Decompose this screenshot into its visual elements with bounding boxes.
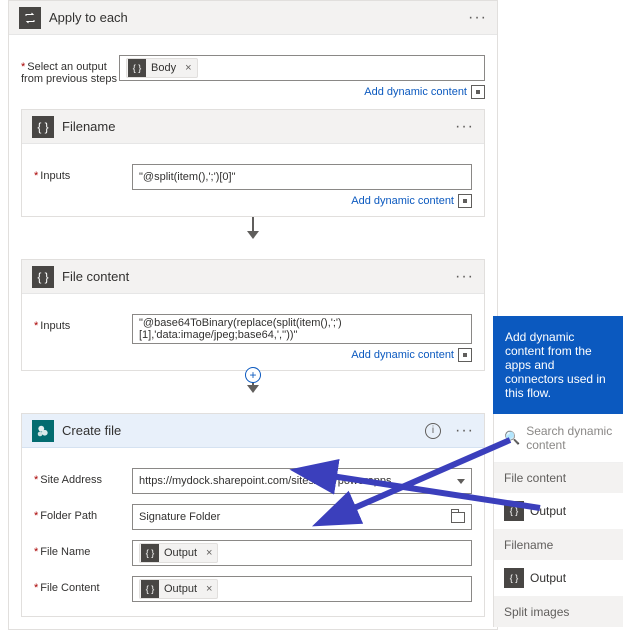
apply-to-each-title: Apply to each (49, 10, 460, 25)
file-content-inputs-field[interactable]: "@base64ToBinary(replace(split(item(),';… (132, 314, 472, 344)
search-placeholder: Search dynamic content (526, 424, 613, 452)
filename-title: Filename (62, 119, 447, 134)
site-address-label: *Site Address (34, 468, 132, 486)
add-step-button[interactable]: + (245, 367, 261, 383)
file-content-input[interactable]: { } Output × (132, 576, 472, 602)
output-token[interactable]: { } Output × (139, 543, 218, 563)
braces-icon: { } (141, 580, 159, 598)
file-content-header[interactable]: { } File content ··· (22, 260, 484, 294)
select-output-input[interactable]: { } Body × (119, 55, 485, 81)
create-file-card: Create file i ··· *Site Address https://… (21, 413, 485, 617)
info-icon[interactable]: i (425, 423, 441, 439)
folder-path-label: *Folder Path (34, 504, 132, 522)
folder-path-input[interactable]: Signature Folder (132, 504, 472, 530)
output-item-file-content[interactable]: { } Output (494, 493, 623, 530)
inputs-label: *Inputs (34, 314, 132, 332)
dynamic-content-search[interactable]: 🔍 Search dynamic content (494, 414, 623, 463)
more-menu-button[interactable]: ··· (468, 9, 487, 27)
connector-add: + (21, 375, 485, 403)
remove-token-button[interactable]: × (201, 583, 217, 595)
output-item-filename[interactable]: { } Output (494, 560, 623, 597)
more-menu-button[interactable]: ··· (455, 268, 474, 286)
inputs-label: *Inputs (34, 164, 132, 182)
add-dynamic-content-link[interactable]: Add dynamic content (364, 86, 467, 98)
braces-icon: { } (504, 501, 524, 521)
braces-icon: { } (504, 568, 524, 588)
braces-icon: { } (32, 266, 54, 288)
site-address-dropdown[interactable]: https://mydock.sharepoint.com/sites/dev/… (132, 468, 472, 494)
filename-card: { } Filename ··· *Inputs "@split(item(),… (21, 109, 485, 217)
chevron-down-icon (457, 479, 465, 484)
section-file-content: File content (494, 463, 623, 493)
file-content-title: File content (62, 269, 447, 284)
file-content-card: { } File content ··· *Inputs "@base64ToB… (21, 259, 485, 371)
body-token[interactable]: { } Body × (126, 58, 198, 78)
filename-header[interactable]: { } Filename ··· (22, 110, 484, 144)
create-file-title: Create file (62, 423, 417, 438)
braces-icon: { } (141, 544, 159, 562)
file-name-label: *File Name (34, 540, 132, 558)
remove-token-button[interactable]: × (201, 547, 217, 559)
add-dynamic-content-link[interactable]: Add dynamic content (351, 195, 454, 207)
section-split-images: Split images (494, 597, 623, 627)
panel-header: Add dynamic content from the apps and co… (493, 316, 623, 414)
braces-icon: { } (32, 116, 54, 138)
filename-inputs-field[interactable]: "@split(item(),';')[0]" (132, 164, 472, 190)
connector-arrow (21, 221, 485, 249)
dynamic-content-icon[interactable] (458, 194, 472, 208)
select-output-label: *Select an output from previous steps (21, 55, 119, 85)
file-name-input[interactable]: { } Output × (132, 540, 472, 566)
apply-to-each-header[interactable]: Apply to each ··· (9, 1, 497, 35)
create-file-header[interactable]: Create file i ··· (22, 414, 484, 448)
dynamic-content-panel: Add dynamic content from the apps and co… (493, 316, 623, 627)
add-dynamic-content-link[interactable]: Add dynamic content (351, 349, 454, 361)
braces-icon: { } (128, 59, 146, 77)
section-filename: Filename (494, 530, 623, 560)
dynamic-content-icon[interactable] (471, 85, 485, 99)
loop-icon (19, 7, 41, 29)
output-token[interactable]: { } Output × (139, 579, 218, 599)
sharepoint-icon (32, 420, 54, 442)
search-icon: 🔍 (504, 430, 520, 446)
more-menu-button[interactable]: ··· (455, 118, 474, 136)
apply-to-each-card: Apply to each ··· *Select an output from… (8, 0, 498, 630)
remove-token-button[interactable]: × (180, 62, 196, 74)
folder-icon[interactable] (451, 512, 465, 523)
dynamic-content-icon[interactable] (458, 348, 472, 362)
file-content-label: *File Content (34, 576, 132, 594)
more-menu-button[interactable]: ··· (455, 422, 474, 440)
